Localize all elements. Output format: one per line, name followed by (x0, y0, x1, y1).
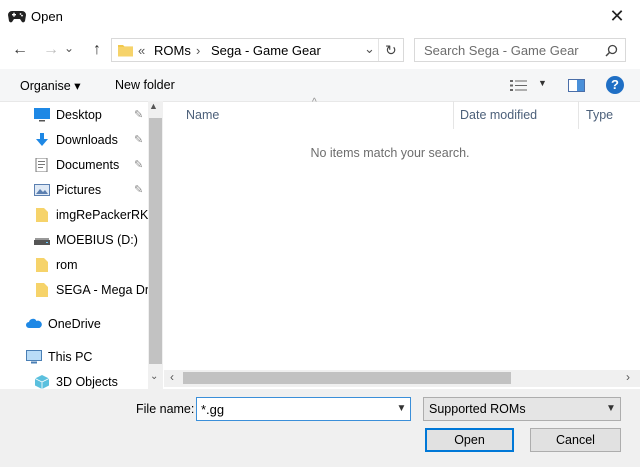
address-dropdown-button[interactable]: ⌄ (364, 41, 375, 57)
chevron-down-icon: ▼ (396, 403, 407, 414)
new-folder-button[interactable]: New folder (115, 78, 175, 92)
title-bar: Open ✕ (0, 0, 640, 33)
help-icon: ? (611, 77, 619, 92)
file-name-dropdown-button[interactable]: ▼ (393, 398, 410, 420)
command-bar: Organise ▾ New folder ▼ ? (0, 69, 640, 102)
sidebar-item-label: imgRePackerRK_ (56, 208, 156, 222)
forward-arrow-icon: → (43, 41, 59, 58)
refresh-button[interactable]: ↻ (385, 42, 397, 59)
sidebar-item-pictures[interactable]: Pictures ✎ (30, 179, 158, 201)
caret-down-icon: ▼ (538, 78, 547, 88)
sidebar-item-rom[interactable]: rom (30, 254, 158, 276)
back-arrow-icon: ← (12, 41, 28, 58)
sidebar-item-label: SEGA - Mega Dri (56, 283, 152, 297)
breadcrumb-current[interactable]: Sega - Game Gear (211, 43, 321, 58)
pin-icon: ✎ (134, 109, 144, 121)
cancel-button[interactable]: Cancel (530, 428, 621, 452)
breadcrumb-overflow[interactable]: « (138, 43, 145, 58)
sidebar-item-label: Pictures (56, 183, 102, 197)
divider (378, 39, 379, 61)
pin-icon: ✎ (134, 184, 144, 196)
sidebar-item-label: Desktop (56, 108, 102, 122)
scrollbar-thumb[interactable] (183, 372, 511, 384)
sidebar-item-label: This PC (48, 350, 93, 364)
column-divider[interactable] (578, 101, 579, 129)
up-button[interactable]: ↑ (86, 39, 108, 61)
file-type-value: Supported ROMs (429, 402, 526, 416)
column-divider[interactable] (453, 101, 454, 129)
open-button[interactable]: Open (425, 428, 514, 452)
pc-icon (26, 350, 42, 364)
pictures-icon (34, 184, 50, 196)
column-header-date-modified[interactable]: Date modified (460, 108, 537, 122)
address-bar[interactable]: « ROMs › Sega - Game Gear ⌄ ↻ (111, 38, 404, 62)
window-title: Open (31, 9, 63, 24)
file-name-input[interactable] (196, 397, 411, 421)
sidebar-item-label: OneDrive (48, 317, 101, 331)
file-type-select[interactable]: Supported ROMs (423, 397, 621, 421)
file-name-label: File name: (136, 402, 195, 416)
search-input[interactable]: Search Sega - Game Gear (424, 43, 579, 58)
cloud-icon (26, 318, 42, 328)
column-header-name[interactable]: Name (186, 108, 219, 122)
breadcrumb-roms[interactable]: ROMs (154, 43, 191, 58)
download-icon (36, 133, 48, 146)
column-headers: ^ Name Date modified Type (164, 97, 640, 129)
sidebar-item-desktop[interactable]: Desktop ✎ (30, 104, 158, 126)
navigation-pane: Desktop ✎ Downloads ✎ Documents ✎ Pictur… (0, 101, 163, 389)
sidebar-item-label: rom (56, 258, 78, 272)
scroll-down-icon[interactable]: ⌄ (150, 371, 158, 382)
chevron-down-icon: ▼ (606, 403, 616, 414)
desktop-icon (34, 108, 50, 122)
forward-button[interactable]: → (40, 39, 62, 61)
search-box[interactable]: Search Sega - Game Gear (414, 38, 626, 62)
gamepad-icon (8, 11, 26, 23)
sidebar-item-onedrive[interactable]: OneDrive (22, 313, 150, 335)
sidebar-item-label: MOEBIUS (D:) (56, 233, 138, 247)
folder-icon (36, 258, 48, 272)
3d-objects-icon (34, 375, 50, 389)
sidebar-item-moebius-drive[interactable]: MOEBIUS (D:) (30, 229, 158, 251)
sidebar-item-sega-mega-drive[interactable]: SEGA - Mega Dri (30, 279, 158, 301)
column-header-type[interactable]: Type (586, 108, 613, 122)
back-button[interactable]: ← (9, 39, 31, 61)
documents-icon (35, 158, 48, 172)
sidebar-item-this-pc[interactable]: This PC (22, 346, 150, 368)
chevron-down-icon: ⌄ (63, 41, 75, 55)
chevron-down-icon: ⌄ (364, 41, 375, 56)
empty-message: No items match your search. (310, 146, 470, 160)
search-icon[interactable] (605, 44, 618, 57)
up-arrow-icon: ↑ (93, 41, 101, 58)
folder-icon (36, 283, 48, 297)
organise-button[interactable]: Organise ▾ (20, 78, 80, 93)
sidebar-item-imgrepackerrk[interactable]: imgRePackerRK_ (30, 204, 158, 226)
sidebar-item-3d-objects[interactable]: 3D Objects (30, 371, 158, 389)
sidebar-item-label: 3D Objects (56, 375, 118, 389)
scroll-up-icon[interactable]: ▲ (149, 101, 158, 111)
help-button[interactable]: ? (606, 76, 624, 94)
refresh-icon: ↻ (385, 42, 397, 58)
preview-pane-icon[interactable] (568, 79, 585, 92)
file-type-dropdown-button[interactable]: ▼ (603, 398, 619, 420)
details-view-icon (510, 80, 527, 91)
scroll-left-icon[interactable]: ‹ (170, 370, 174, 384)
recent-locations-button[interactable]: ⌄ (62, 37, 76, 59)
close-icon: ✕ (609, 6, 625, 26)
drive-icon (34, 238, 50, 245)
scroll-right-icon[interactable]: › (626, 370, 630, 384)
close-button[interactable]: ✕ (594, 0, 640, 33)
breadcrumb-separator: › (196, 43, 201, 58)
view-options-button[interactable]: ▼ (510, 78, 550, 94)
sort-indicator-icon: ^ (312, 97, 317, 108)
folder-icon (118, 45, 133, 57)
folder-icon (36, 208, 48, 222)
